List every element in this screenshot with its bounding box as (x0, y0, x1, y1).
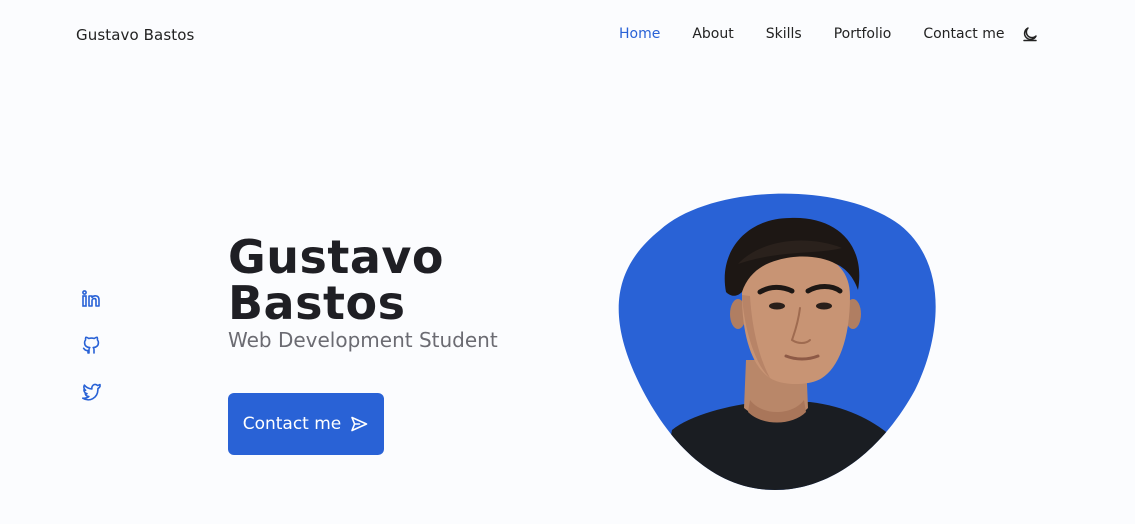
profile-photo (618, 193, 936, 490)
twitter-icon[interactable] (80, 380, 102, 402)
nav-skills[interactable]: Skills (766, 26, 802, 42)
contact-me-button-label: Contact me (242, 414, 342, 434)
hero-subtitle: Web Development Student (228, 328, 498, 352)
moon-icon[interactable] (1022, 26, 1038, 42)
nav-contact-me[interactable]: Contact me (923, 26, 1004, 42)
linkedin-icon[interactable] (80, 288, 102, 310)
site-header: Gustavo Bastos Home About Skills Portfol… (0, 0, 1135, 72)
hero-intro: Gustavo Bastos Web Development Student (228, 234, 568, 352)
site-logo[interactable]: Gustavo Bastos (76, 26, 194, 44)
send-icon (351, 416, 368, 432)
hero-title: Gustavo Bastos (228, 234, 568, 326)
main-nav: Home About Skills Portfolio Contact me (619, 26, 1038, 42)
nav-portfolio[interactable]: Portfolio (834, 26, 892, 42)
github-icon[interactable] (80, 334, 102, 356)
contact-me-button[interactable]: Contact me (228, 393, 384, 455)
nav-home[interactable]: Home (619, 26, 660, 42)
nav-about[interactable]: About (692, 26, 733, 42)
hero-title-last-name: Bastos (228, 276, 406, 330)
social-links (80, 288, 102, 426)
